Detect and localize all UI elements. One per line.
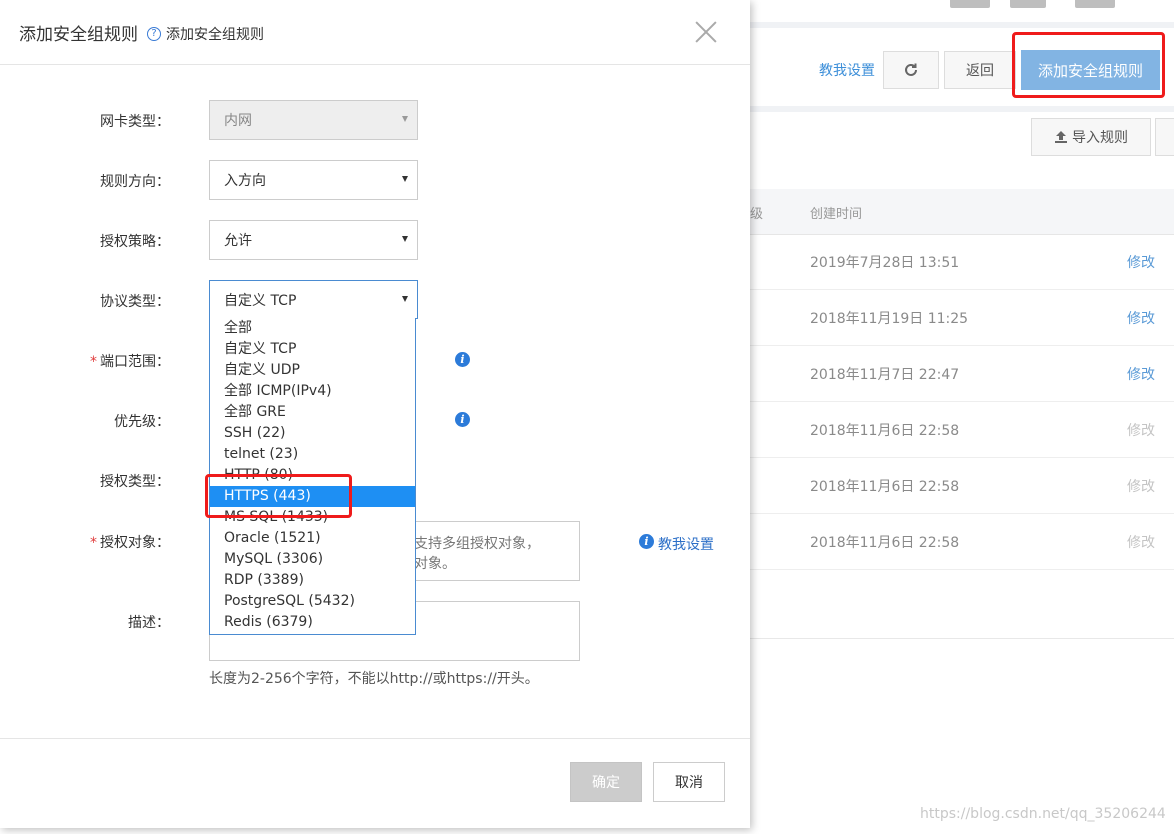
- import-rules-label: 导入规则: [1072, 130, 1128, 146]
- import-rules-button[interactable]: 导入规则: [1031, 118, 1151, 156]
- teach-setup-link[interactable]: 教我设置: [658, 534, 714, 554]
- created-time-cell: 2018年11月6日 22:58: [810, 423, 960, 439]
- policy-label: 授权策略：: [100, 234, 170, 250]
- policy-select[interactable]: 允许: [209, 220, 418, 260]
- more-button[interactable]: [1155, 118, 1174, 156]
- refresh-icon: [905, 63, 917, 76]
- edit-link-disabled: 修改: [1127, 479, 1155, 495]
- confirm-button[interactable]: 确定: [570, 762, 642, 802]
- description-label: 描述：: [128, 615, 170, 631]
- dropdown-option[interactable]: SSH (22): [210, 423, 415, 444]
- required-mark: *: [90, 354, 97, 370]
- port-range-label: * 端口范围：: [0, 351, 170, 371]
- dialog-title: 添加安全组规则: [19, 25, 138, 45]
- upload-icon: [1055, 131, 1067, 143]
- watermark: https://blog.csdn.net/qq_35206244: [920, 806, 1166, 822]
- auth-type-label: 授权类型：: [100, 474, 170, 490]
- direction-select[interactable]: 入方向: [209, 160, 418, 200]
- policy-value: 允许: [224, 233, 252, 249]
- info-icon[interactable]: i: [455, 352, 470, 367]
- nic-type-value: 内网: [224, 113, 252, 129]
- column-header-created: 创建时间: [810, 207, 863, 222]
- port-range-label-text: 端口范围：: [100, 354, 170, 370]
- edit-link-disabled: 修改: [1127, 535, 1155, 551]
- edit-link[interactable]: 修改: [1127, 308, 1155, 328]
- dropdown-option[interactable]: 自定义 UDP: [210, 360, 415, 381]
- priority-label: 优先级：: [114, 414, 170, 430]
- auth-object-placeholder-line1: 支持多组授权对象，: [414, 536, 540, 552]
- chevron-down-icon: [402, 236, 408, 242]
- divider: [0, 738, 750, 739]
- back-button[interactable]: 返回: [944, 51, 1016, 89]
- auth-object-label: * 授权对象：: [0, 532, 170, 552]
- nic-type-select: 内网: [209, 100, 418, 140]
- divider: [750, 638, 1174, 639]
- add-security-rule-dialog: 添加安全组规则 ? 添加安全组规则 网卡类型： 内网 规则方向： 入方向 授权策…: [0, 0, 750, 828]
- nic-type-label: 网卡类型：: [100, 114, 170, 130]
- description-hint: 长度为2-256个字符，不能以http://或https://开头。: [209, 671, 539, 687]
- annotation-highlight-box: [1012, 32, 1165, 98]
- dropdown-option[interactable]: 全部: [210, 318, 415, 339]
- dropdown-option[interactable]: Oracle (1521): [210, 528, 415, 549]
- dropdown-option[interactable]: 自定义 TCP: [210, 339, 415, 360]
- created-time-cell: 2019年7月28日 13:51: [810, 255, 960, 271]
- direction-value: 入方向: [224, 173, 266, 189]
- divider: [750, 22, 1174, 28]
- dropdown-option[interactable]: PostgreSQL (5432): [210, 591, 415, 612]
- created-time-cell: 2018年11月6日 22:58: [810, 535, 960, 551]
- dropdown-option[interactable]: 全部 ICMP(IPv4): [210, 381, 415, 402]
- dropdown-option[interactable]: telnet (23): [210, 444, 415, 465]
- edit-link[interactable]: 修改: [1127, 252, 1155, 272]
- required-mark: *: [90, 535, 97, 551]
- chevron-down-icon: [402, 296, 408, 302]
- dropdown-option[interactable]: Redis (6379): [210, 612, 415, 633]
- column-header-priority: 级: [750, 207, 764, 222]
- refresh-button[interactable]: [883, 51, 939, 89]
- direction-label: 规则方向：: [100, 174, 170, 190]
- help-icon[interactable]: ?: [147, 27, 161, 41]
- created-time-cell: 2018年11月19日 11:25: [810, 311, 969, 327]
- auth-object-placeholder-line2: 对象。: [414, 556, 456, 572]
- info-icon[interactable]: i: [455, 412, 470, 427]
- chevron-down-icon: [402, 176, 408, 182]
- auth-object-label-text: 授权对象：: [100, 535, 170, 551]
- cancel-button[interactable]: 取消: [653, 762, 725, 802]
- divider: [750, 106, 1174, 112]
- help-link[interactable]: 添加安全组规则: [166, 24, 264, 44]
- protocol-value: 自定义 TCP: [224, 292, 297, 309]
- close-icon[interactable]: [694, 20, 718, 44]
- dialog-header: 添加安全组规则 ? 添加安全组规则: [0, 0, 750, 65]
- edit-link-disabled: 修改: [1127, 423, 1155, 439]
- chevron-down-icon: [402, 116, 408, 122]
- annotation-highlight-box: [205, 474, 352, 518]
- info-icon: i: [639, 534, 654, 549]
- created-time-cell: 2018年11月7日 22:47: [810, 367, 960, 383]
- dropdown-option[interactable]: 全部 GRE: [210, 402, 415, 423]
- teach-setup-link[interactable]: 教我设置: [819, 60, 875, 80]
- protocol-label: 协议类型：: [100, 294, 170, 310]
- edit-link[interactable]: 修改: [1127, 364, 1155, 384]
- top-nav-bar: [750, 0, 1174, 22]
- dropdown-option[interactable]: RDP (3389): [210, 570, 415, 591]
- protocol-select[interactable]: 自定义 TCP: [209, 280, 418, 319]
- dropdown-option[interactable]: MySQL (3306): [210, 549, 415, 570]
- created-time-cell: 2018年11月6日 22:58: [810, 479, 960, 495]
